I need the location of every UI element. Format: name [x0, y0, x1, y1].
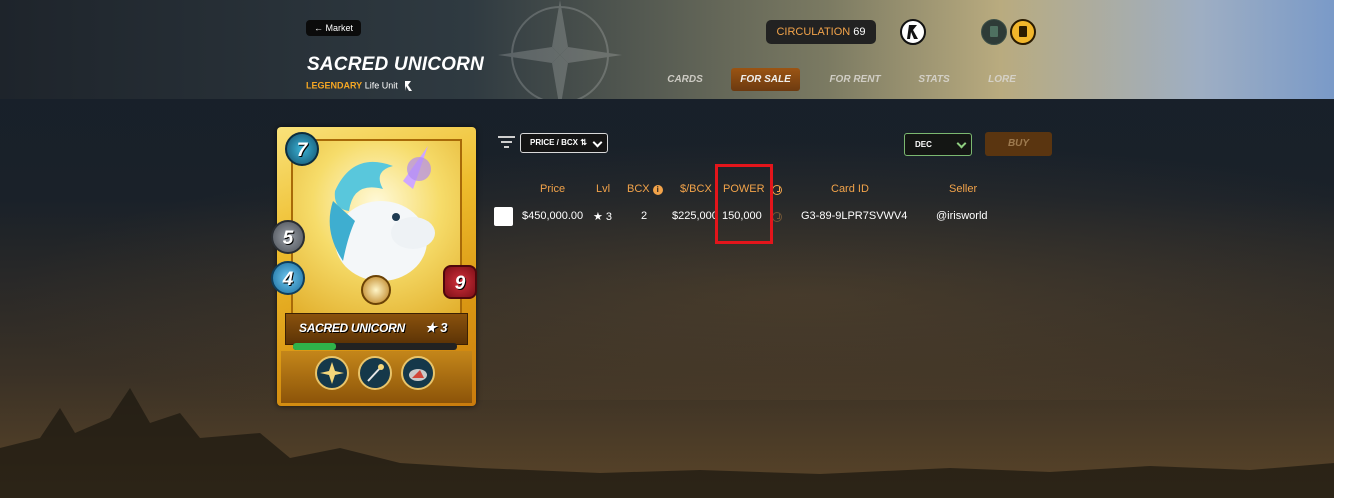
column-header-card-id[interactable]: Card ID [831, 183, 869, 195]
chevron-down-icon [592, 137, 603, 148]
circulation-badge: CIRCULATION 69 [766, 20, 876, 44]
row-clock-icon [772, 212, 782, 222]
page-header: ← Market SACRED UNICORN LEGENDARY Life U… [0, 0, 1334, 99]
compass-watermark-icon [498, 0, 622, 99]
column-header-bcx-label: BCX [627, 183, 650, 195]
currency-select[interactable]: DEC [904, 133, 972, 156]
card-image: SACRED UNICORN ★ 3 7 5 4 9 [271, 127, 477, 406]
unit-type-icon [405, 81, 413, 91]
attack-stat: 5 [271, 220, 305, 254]
gold-cards-icon[interactable] [1010, 19, 1036, 45]
app-root: ← Market SACRED UNICORN LEGENDARY Life U… [0, 0, 1334, 498]
column-header-lvl[interactable]: Lvl [596, 183, 610, 195]
info-icon[interactable]: i [652, 185, 663, 195]
ability-icon-shield [401, 356, 435, 390]
cell-seller[interactable]: @irisworld [936, 210, 988, 222]
cell-bcx: 2 [641, 210, 648, 222]
cell-price: $450,000.00 [522, 210, 584, 222]
card-stack-icon [990, 26, 998, 37]
card-subtitle: LEGENDARY Life Unit [306, 80, 413, 92]
filter-icon[interactable] [498, 134, 515, 150]
unit-type-label: Life Unit [364, 80, 398, 91]
back-to-market-button[interactable]: ← Market [306, 20, 362, 36]
column-header-price[interactable]: Price [540, 183, 565, 195]
cell-lvl: ★ 3 [593, 211, 613, 223]
tab-for-sale[interactable]: FOR SALE [731, 68, 800, 91]
currency-select-value: DEC [915, 140, 932, 149]
chevron-down-icon [956, 138, 967, 149]
collection-cards-icon[interactable] [981, 19, 1007, 45]
row-select-checkbox[interactable] [494, 207, 513, 226]
cell-per-bcx: $225,000 [672, 210, 718, 222]
card-xp-fill [293, 343, 336, 350]
circulation-value: 69 [853, 26, 866, 38]
gold-card-stack-icon [1019, 26, 1027, 37]
buy-button[interactable]: BUY [985, 132, 1052, 156]
ability-icon-wand [358, 356, 392, 390]
column-header-bcx[interactable]: BCX i [627, 183, 663, 195]
power-column-highlight [715, 164, 773, 244]
tab-lore[interactable]: LORE [981, 68, 1023, 91]
rarity-label: LEGENDARY [306, 80, 363, 91]
health-stat: 9 [443, 265, 477, 299]
page-title: SACRED UNICORN [307, 54, 484, 75]
column-header-seller[interactable]: Seller [949, 183, 977, 195]
tab-cards[interactable]: CARDS [660, 68, 710, 91]
mana-stat: 7 [285, 132, 319, 166]
cell-card-id[interactable]: G3-89-9LPR7SVWV4 [801, 210, 907, 222]
card-name: SACRED UNICORN [299, 321, 405, 335]
circulation-label: CIRCULATION [776, 26, 851, 38]
life-splinter-icon[interactable] [900, 19, 926, 45]
tab-for-rent[interactable]: FOR RENT [824, 68, 886, 91]
ability-icon-spark [315, 356, 349, 390]
splinter-glyph-icon [907, 25, 918, 39]
tab-stats[interactable]: STATS [911, 68, 957, 91]
background-trees [0, 388, 1334, 498]
clock-icon[interactable] [772, 185, 782, 195]
sort-select[interactable]: PRICE / BCX ⇅ [520, 133, 608, 153]
sort-select-value: PRICE / BCX ⇅ [530, 138, 587, 147]
card-level: ★ 3 [425, 320, 448, 335]
speed-stat: 4 [271, 261, 305, 295]
card-center-orb-icon [361, 275, 391, 305]
card-xp-bar [293, 343, 457, 350]
column-header-per-bcx[interactable]: $/BCX [680, 183, 712, 195]
